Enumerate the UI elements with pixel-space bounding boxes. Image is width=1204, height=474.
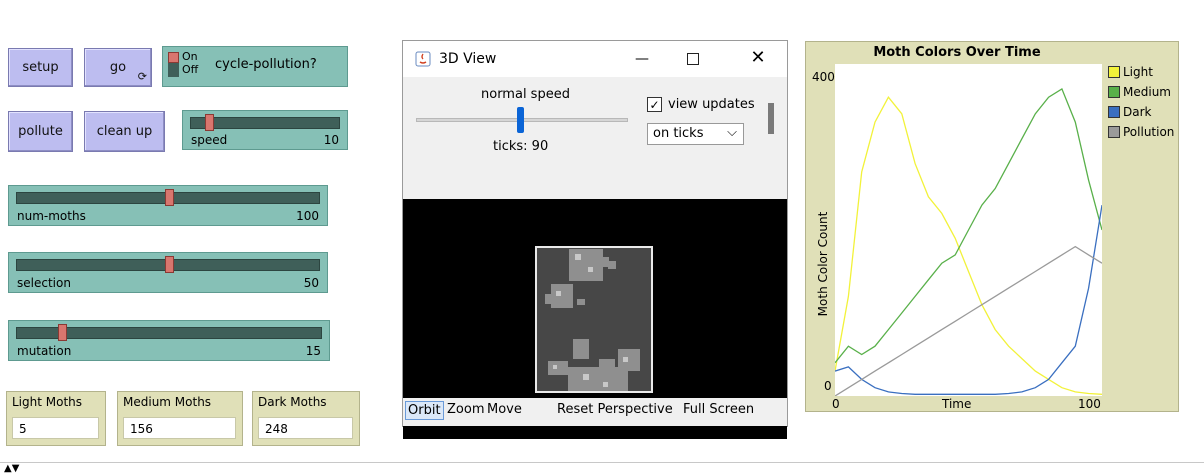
series-line-pollution <box>834 245 1103 397</box>
speed-mode-label: normal speed <box>481 87 570 102</box>
dark-moths-label: Dark Moths <box>258 395 327 409</box>
move-label: Move <box>487 402 522 417</box>
selection-value: 50 <box>303 276 319 290</box>
light-moths-monitor: Light Moths 5 <box>6 391 106 446</box>
setup-button[interactable]: setup <box>8 48 73 87</box>
zoom-label: Zoom <box>447 402 485 417</box>
update-mode-select[interactable]: on ticks ⌵ <box>647 123 744 145</box>
speed-track[interactable] <box>190 114 340 131</box>
legend-medium: Medium <box>1108 85 1171 99</box>
close-icon[interactable]: ✕ <box>747 46 769 70</box>
medium-moths-label: Medium Moths <box>123 395 212 409</box>
mutation-value: 15 <box>305 344 321 358</box>
medium-moths-value: 156 <box>123 417 236 439</box>
num-moths-label: num-moths <box>17 209 86 223</box>
selection-track[interactable] <box>16 256 320 273</box>
view-updates-label: view updates <box>668 97 755 112</box>
plot-title: Moth Colors Over Time <box>873 45 1041 60</box>
series-line-medium <box>834 87 1103 364</box>
moth-colors-plot: Moth Colors Over Time Moth Color Count 4… <box>805 41 1179 412</box>
minimize-icon[interactable]: — <box>631 47 653 71</box>
plot-area <box>834 64 1103 397</box>
java-app-icon <box>415 51 431 67</box>
mutation-track[interactable] <box>16 324 322 341</box>
mutation-label: mutation <box>17 344 72 358</box>
y-tick-min: 0 <box>824 379 832 393</box>
selection-slider[interactable]: selection 50 <box>8 252 328 293</box>
switch-off-label: Off <box>182 63 199 76</box>
legend-pollution: Pollution <box>1108 125 1174 139</box>
speed-label: speed <box>191 133 228 147</box>
legend-pollution-swatch <box>1108 126 1120 138</box>
maximize-icon[interactable] <box>687 53 699 65</box>
medium-moths-monitor: Medium Moths 156 <box>117 391 243 446</box>
series-line-light <box>834 96 1103 395</box>
reset-perspective-label: Reset Perspective <box>557 402 673 417</box>
legend-pollution-label: Pollution <box>1123 125 1175 139</box>
orbit-button[interactable]: Orbit <box>405 401 444 420</box>
view-bottom-bar: Orbit Zoom Move Reset Perspective Full S… <box>403 398 787 426</box>
legend-medium-label: Medium <box>1123 85 1171 99</box>
legend-medium-swatch <box>1108 86 1120 98</box>
selection-label: selection <box>17 276 71 290</box>
dark-moths-monitor: Dark Moths 248 <box>252 391 360 446</box>
pollute-label: pollute <box>18 124 63 139</box>
switch-knob-icon[interactable] <box>168 52 179 77</box>
mutation-thumb[interactable] <box>58 324 67 341</box>
switch-label: cycle-pollution? <box>215 57 317 72</box>
selection-thumb[interactable] <box>165 256 174 273</box>
window-title: 3D View <box>439 51 497 67</box>
mutation-slider[interactable]: mutation 15 <box>8 320 330 361</box>
full-screen-label: Full Screen <box>683 402 755 417</box>
light-moths-value: 5 <box>12 417 99 439</box>
legend-light: Light <box>1108 65 1153 79</box>
resize-handle-icon[interactable]: ▲▼ <box>4 463 19 474</box>
legend-light-swatch <box>1108 66 1120 78</box>
num-moths-value: 100 <box>296 209 319 223</box>
scroll-handle[interactable] <box>768 103 774 134</box>
light-moths-label: Light Moths <box>12 395 83 409</box>
forever-icon: ⟳ <box>137 70 147 83</box>
view-speed-thumb[interactable] <box>517 107 524 133</box>
num-moths-thumb[interactable] <box>165 189 174 206</box>
setup-label: setup <box>22 60 59 75</box>
num-moths-track[interactable] <box>16 189 320 206</box>
legend-dark-label: Dark <box>1123 105 1152 119</box>
dark-moths-value: 248 <box>258 417 353 439</box>
orbit-label: Orbit <box>408 403 441 418</box>
bottom-divider <box>0 462 1204 463</box>
legend-light-label: Light <box>1123 65 1153 79</box>
speed-slider[interactable]: speed 10 <box>182 110 348 150</box>
x-axis-label: Time <box>942 397 972 411</box>
go-button[interactable]: go ⟳ <box>84 48 152 87</box>
legend-dark: Dark <box>1108 105 1151 119</box>
plot-lines-svg <box>834 87 1103 397</box>
clean-up-label: clean up <box>96 124 153 139</box>
view-updates-checkbox[interactable]: ✓ <box>647 97 662 112</box>
ticks-counter: ticks: 90 <box>493 139 549 154</box>
y-axis-label: Moth Color Count <box>816 211 830 317</box>
speed-value: 10 <box>323 133 339 147</box>
num-moths-slider[interactable]: num-moths 100 <box>8 185 328 226</box>
cycle-pollution-switch[interactable]: On Off cycle-pollution? <box>162 46 348 87</box>
view-controls: normal speed ticks: 90 ✓ view updates on… <box>403 77 787 199</box>
chevron-down-icon: ⌵ <box>727 125 737 140</box>
go-label: go <box>109 60 127 75</box>
update-mode-value: on ticks <box>653 126 704 141</box>
speed-thumb[interactable] <box>205 114 214 131</box>
zoom-button[interactable]: Zoom <box>447 402 484 417</box>
window-titlebar[interactable]: 3D View — ✕ <box>403 41 787 77</box>
y-tick-max: 400 <box>812 70 835 84</box>
reset-perspective-button[interactable]: Reset Perspective <box>557 402 673 417</box>
switch-on-label: On <box>182 50 198 63</box>
3d-view-window: 3D View — ✕ normal speed ticks: 90 ✓ vie… <box>402 40 788 439</box>
pollute-button[interactable]: pollute <box>8 111 73 152</box>
legend-dark-swatch <box>1108 106 1120 118</box>
full-screen-button[interactable]: Full Screen <box>683 402 754 417</box>
move-button[interactable]: Move <box>487 402 522 417</box>
x-tick-min: 0 <box>832 397 840 411</box>
clean-up-button[interactable]: clean up <box>84 111 165 152</box>
series-line-dark <box>834 204 1103 395</box>
x-tick-max: 100 <box>1078 397 1101 411</box>
